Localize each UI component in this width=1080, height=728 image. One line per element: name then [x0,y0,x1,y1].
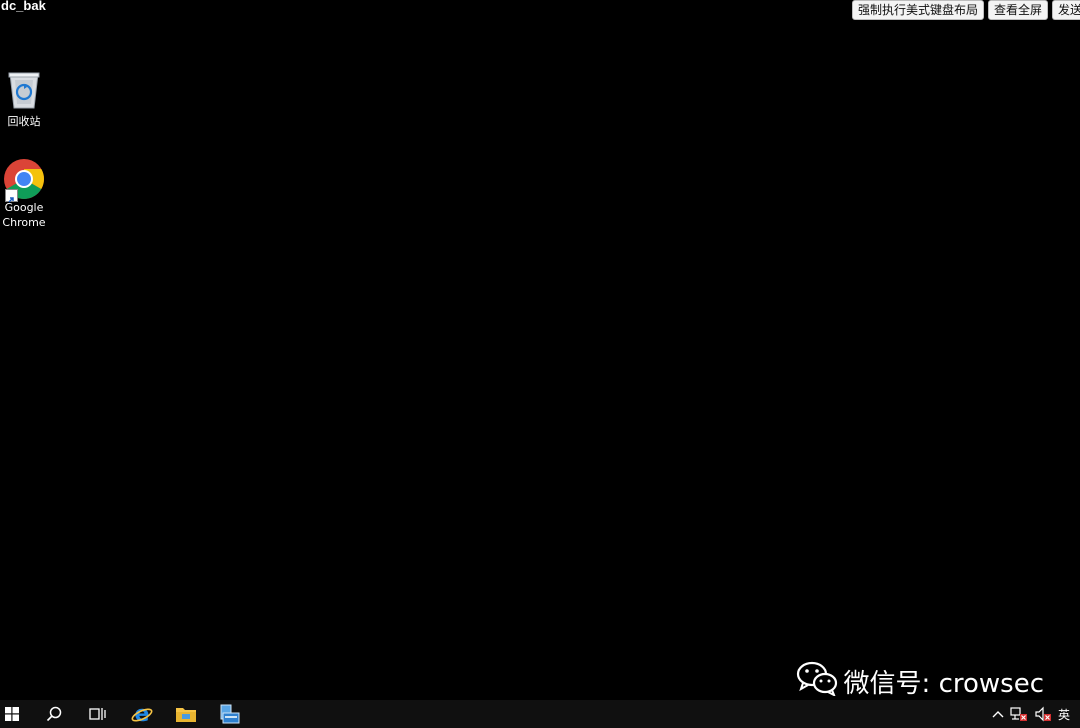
wechat-watermark: 微信号: crowsec [796,660,1044,703]
file-explorer-icon[interactable] [164,700,208,728]
watermark-text: 微信号: crowsec [843,669,1044,699]
taskbar: e 英 [0,700,1080,728]
send-button[interactable]: 发送 [1052,0,1080,20]
remote-desktop-screen: dc_bak 强制执行美式键盘布局 查看全屏 发送 回收站 Google Chr… [0,0,1080,728]
chevron-up-icon[interactable] [992,700,1004,728]
desktop-icon-label: 回收站 [7,115,41,128]
remote-toolbar: 强制执行美式键盘布局 查看全屏 发送 [851,0,1080,20]
session-title: dc_bak [1,0,46,13]
wechat-icon [796,660,838,703]
shortcut-arrow-icon [5,189,18,203]
system-tray: 英 [992,700,1080,728]
server-manager-icon[interactable] [208,700,252,728]
internet-explorer-icon[interactable]: e [120,700,164,728]
chrome-icon [3,158,45,203]
volume-muted-icon[interactable] [1034,700,1052,728]
network-disconnected-icon[interactable] [1010,700,1028,728]
windows-start-icon[interactable] [0,700,24,728]
desktop-icon-google-chrome[interactable]: Google Chrome [0,158,48,230]
recycle-bin-icon [5,68,43,114]
input-method-indicator[interactable]: 英 [1058,700,1070,728]
force-us-keyboard-button[interactable]: 强制执行美式键盘布局 [851,0,984,20]
view-fullscreen-button[interactable]: 查看全屏 [987,0,1048,20]
task-view-icon[interactable] [76,700,120,728]
search-icon[interactable] [32,700,76,728]
desktop-icon-recycle-bin[interactable]: 回收站 [0,68,48,129]
